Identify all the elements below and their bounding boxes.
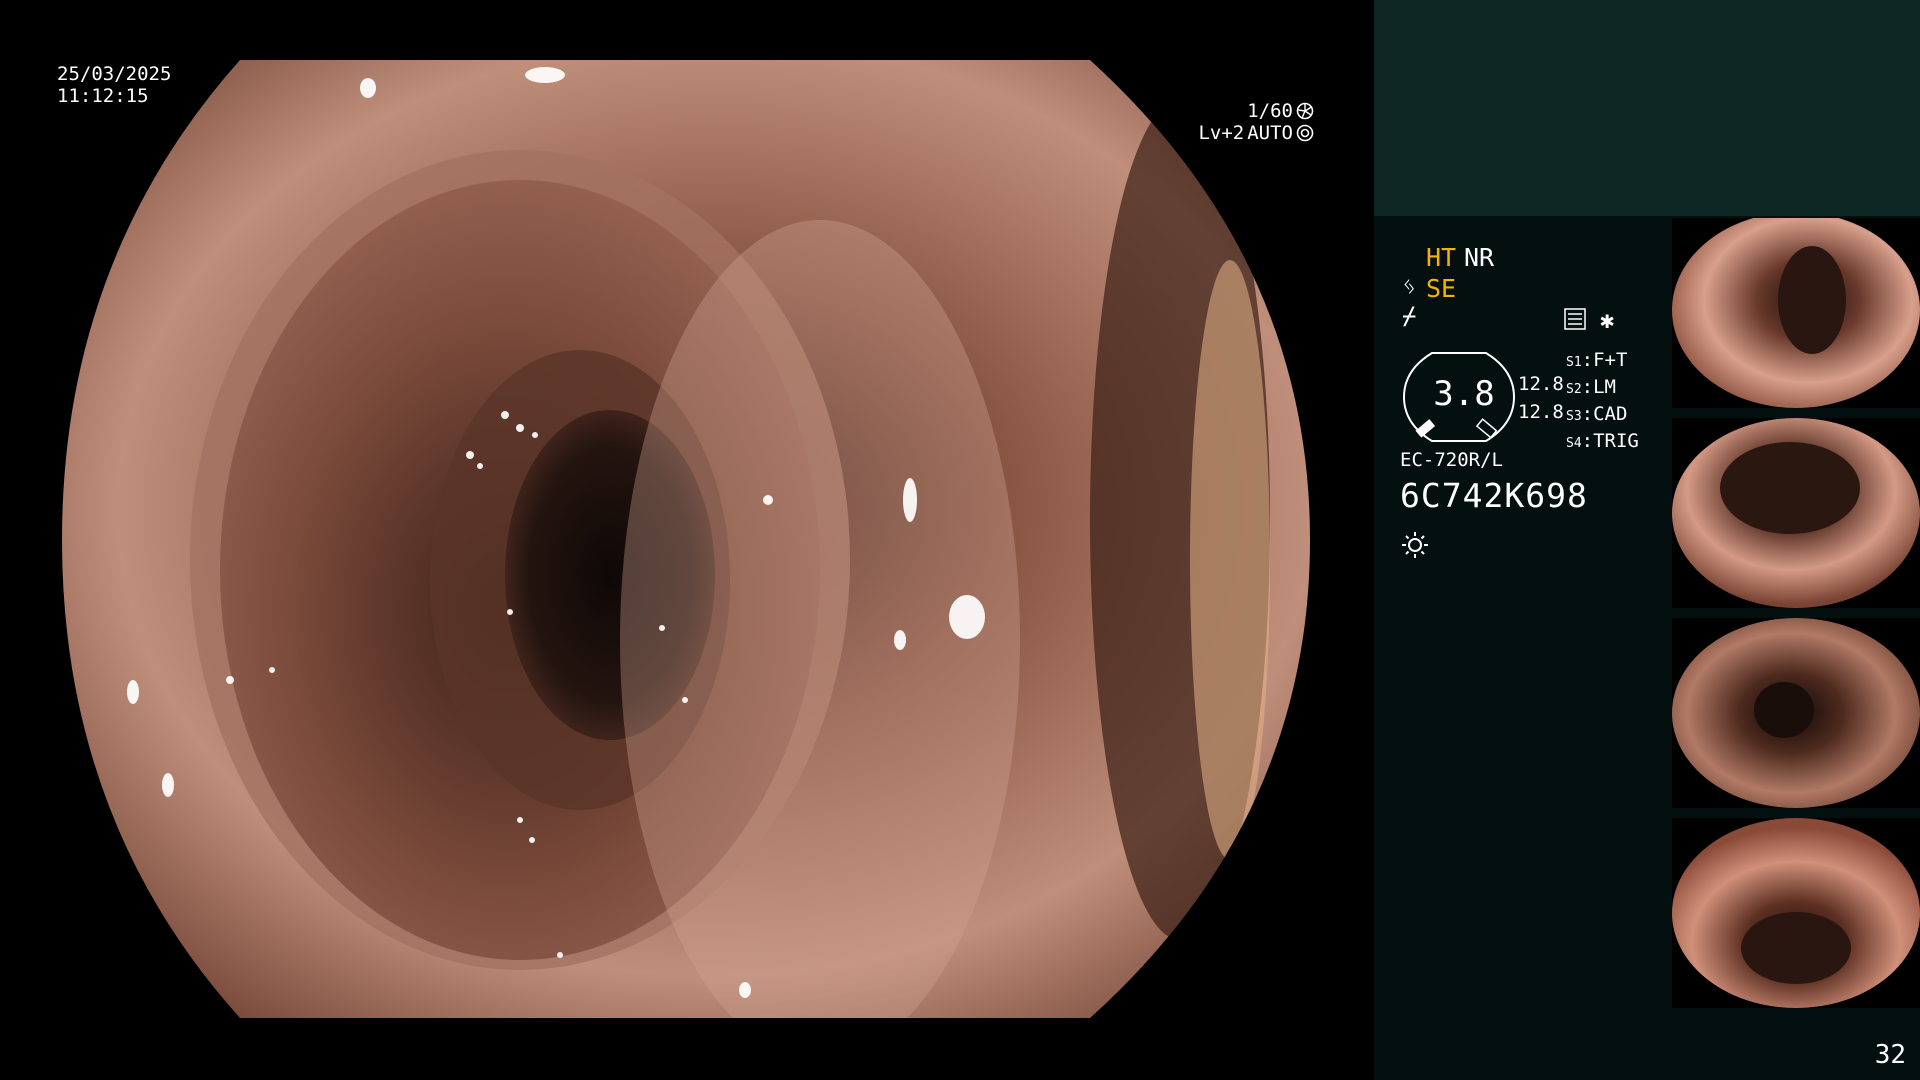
switch-key: S1	[1566, 355, 1582, 370]
scope-model: EC-720R/L	[1400, 449, 1503, 471]
endoscope-viewport: 25/03/2025 11:12:15 1/60 Lv+2 AUTO	[0, 0, 1374, 1080]
zoom-sub-1: 12.8	[1518, 373, 1564, 395]
shutter-text: 1/60	[1247, 100, 1293, 122]
se-label: SE	[1426, 274, 1457, 303]
frame-count: 32	[1874, 1040, 1906, 1070]
thumbnail-3[interactable]	[1672, 618, 1920, 808]
switch-key: S4	[1566, 436, 1582, 451]
zoom-value: 3.8	[1433, 374, 1495, 414]
time-text: 11:12:15	[57, 85, 149, 107]
switch-s4: S4:TRIG	[1566, 430, 1639, 452]
switch-s2: S2:LM	[1566, 376, 1616, 398]
settings-list-icon	[1564, 308, 1586, 330]
iris-icon	[1296, 124, 1314, 142]
zoom-sub-2: 12.8	[1518, 401, 1564, 423]
switch-key: S3	[1566, 409, 1582, 424]
datetime-overlay: 25/03/2025 11:12:15	[57, 63, 171, 107]
scope-switch-list: S1:F+T S2:LM S3:CAD S4:TRIG	[1566, 348, 1639, 456]
exposure-mode-text: AUTO	[1247, 122, 1293, 144]
thumbnail-4[interactable]	[1672, 818, 1920, 1008]
asterisk-icon: ✱	[1600, 306, 1615, 334]
color-check-icon: ⌿	[1402, 302, 1417, 330]
switch-value: TRIG	[1593, 430, 1639, 452]
date-text: 25/03/2025	[57, 63, 172, 85]
switch-value: CAD	[1593, 403, 1628, 425]
switch-key: S2	[1566, 382, 1582, 397]
ht-label: HT	[1426, 243, 1457, 272]
nr-label: NR	[1464, 243, 1495, 272]
endoscopic-image	[62, 60, 1310, 1018]
thumbnail-1[interactable]	[1672, 218, 1920, 408]
scope-serial: 6C742K698	[1400, 476, 1588, 515]
switch-value: LM	[1593, 376, 1616, 398]
switch-s1: S1:F+T	[1566, 349, 1628, 371]
light-source-icon	[1402, 532, 1428, 558]
structure-enhancement-icon: ᛃ	[1402, 272, 1417, 300]
shutter-icon	[1296, 102, 1314, 120]
switch-value: F+T	[1593, 349, 1628, 371]
panel-header-area	[1374, 0, 1920, 216]
status-panel: HT NR ᛃ SE ⌿ ✱ 3.8 12.8 12.8 S1:F+T S2:L…	[1374, 0, 1920, 1080]
switch-s3: S3:CAD	[1566, 403, 1628, 425]
level-text: Lv+2	[1198, 122, 1245, 144]
thumbnail-2[interactable]	[1672, 418, 1920, 608]
exposure-overlay: 1/60 Lv+2 AUTO	[1198, 100, 1314, 144]
zoom-sub-values: 12.8 12.8	[1518, 370, 1564, 426]
